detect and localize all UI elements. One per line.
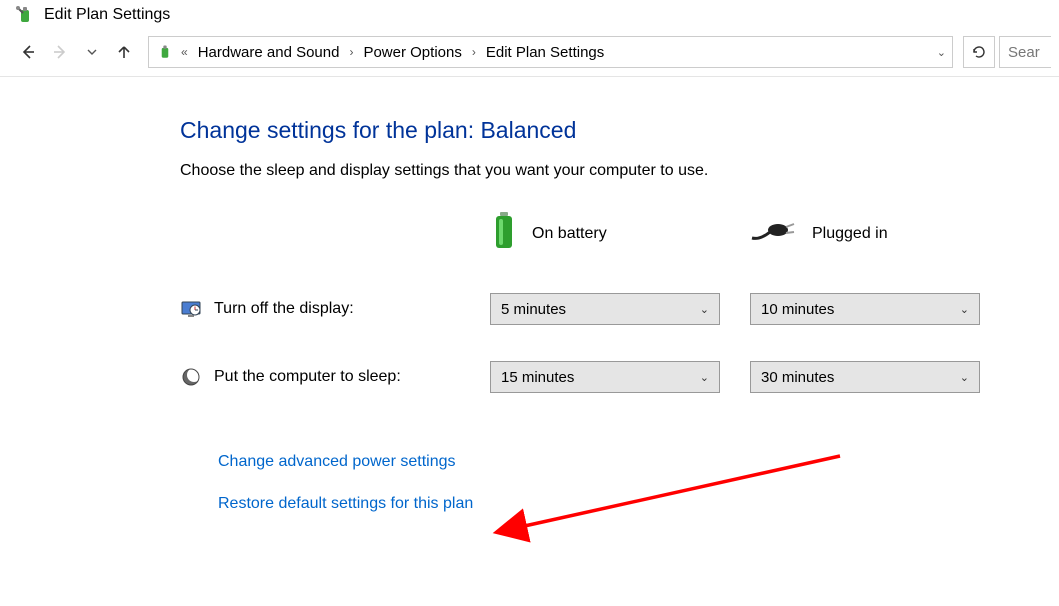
chevron-down-icon[interactable]: ⌄ (937, 46, 946, 59)
row-display: Turn off the display: (180, 298, 490, 320)
plug-icon (750, 218, 798, 249)
breadcrumb-item[interactable]: Power Options (359, 42, 465, 63)
column-header-plugged: Plugged in (750, 218, 1010, 249)
column-label: Plugged in (812, 225, 888, 243)
row-label: Put the computer to sleep: (214, 368, 401, 386)
advanced-settings-link[interactable]: Change advanced power settings (218, 453, 456, 471)
settings-grid: On battery Plugged in (180, 210, 1039, 393)
chevron-left-icon[interactable]: « (179, 45, 190, 59)
address-bar[interactable]: « Hardware and Sound › Power Options › E… (148, 36, 953, 68)
display-plugged-dropdown[interactable]: 10 minutes ⌄ (750, 293, 980, 325)
power-plan-icon (14, 4, 36, 26)
page-heading: Change settings for the plan: Balanced (180, 117, 1039, 144)
toolbar: « Hardware and Sound › Power Options › E… (0, 32, 1059, 77)
up-button[interactable] (110, 38, 138, 66)
forward-button[interactable] (46, 38, 74, 66)
restore-defaults-link[interactable]: Restore default settings for this plan (218, 495, 473, 513)
page-subtext: Choose the sleep and display settings th… (180, 162, 1039, 180)
dropdown-value: 5 minutes (501, 301, 566, 318)
breadcrumb-item[interactable]: Edit Plan Settings (482, 42, 608, 63)
dropdown-value: 10 minutes (761, 301, 834, 318)
row-sleep: Put the computer to sleep: (180, 367, 490, 387)
dropdown-value: 15 minutes (501, 369, 574, 386)
chevron-right-icon[interactable]: › (347, 45, 355, 59)
search-input[interactable]: Sear (999, 36, 1051, 68)
back-button[interactable] (14, 38, 42, 66)
dropdown-value: 30 minutes (761, 369, 834, 386)
column-label: On battery (532, 225, 607, 243)
chevron-down-icon: ⌄ (700, 303, 709, 316)
refresh-button[interactable] (963, 36, 995, 68)
row-label: Turn off the display: (214, 300, 354, 318)
chevron-down-icon: ⌄ (960, 303, 969, 316)
sleep-plugged-dropdown[interactable]: 30 minutes ⌄ (750, 361, 980, 393)
sleep-battery-dropdown[interactable]: 15 minutes ⌄ (490, 361, 720, 393)
power-plan-icon (155, 43, 175, 61)
battery-icon (490, 210, 518, 257)
recent-locations-button[interactable] (78, 38, 106, 66)
moon-icon (180, 367, 202, 387)
main-content: Change settings for the plan: Balanced C… (0, 77, 1059, 557)
search-placeholder: Sear (1008, 44, 1040, 61)
chevron-down-icon: ⌄ (960, 371, 969, 384)
column-header-battery: On battery (490, 210, 750, 257)
chevron-down-icon: ⌄ (700, 371, 709, 384)
monitor-icon (180, 298, 202, 320)
breadcrumb-item[interactable]: Hardware and Sound (194, 42, 344, 63)
titlebar: Edit Plan Settings (0, 0, 1059, 32)
display-battery-dropdown[interactable]: 5 minutes ⌄ (490, 293, 720, 325)
window-title: Edit Plan Settings (44, 6, 170, 24)
links-section: Change advanced power settings Restore d… (180, 453, 1039, 513)
chevron-right-icon[interactable]: › (470, 45, 478, 59)
